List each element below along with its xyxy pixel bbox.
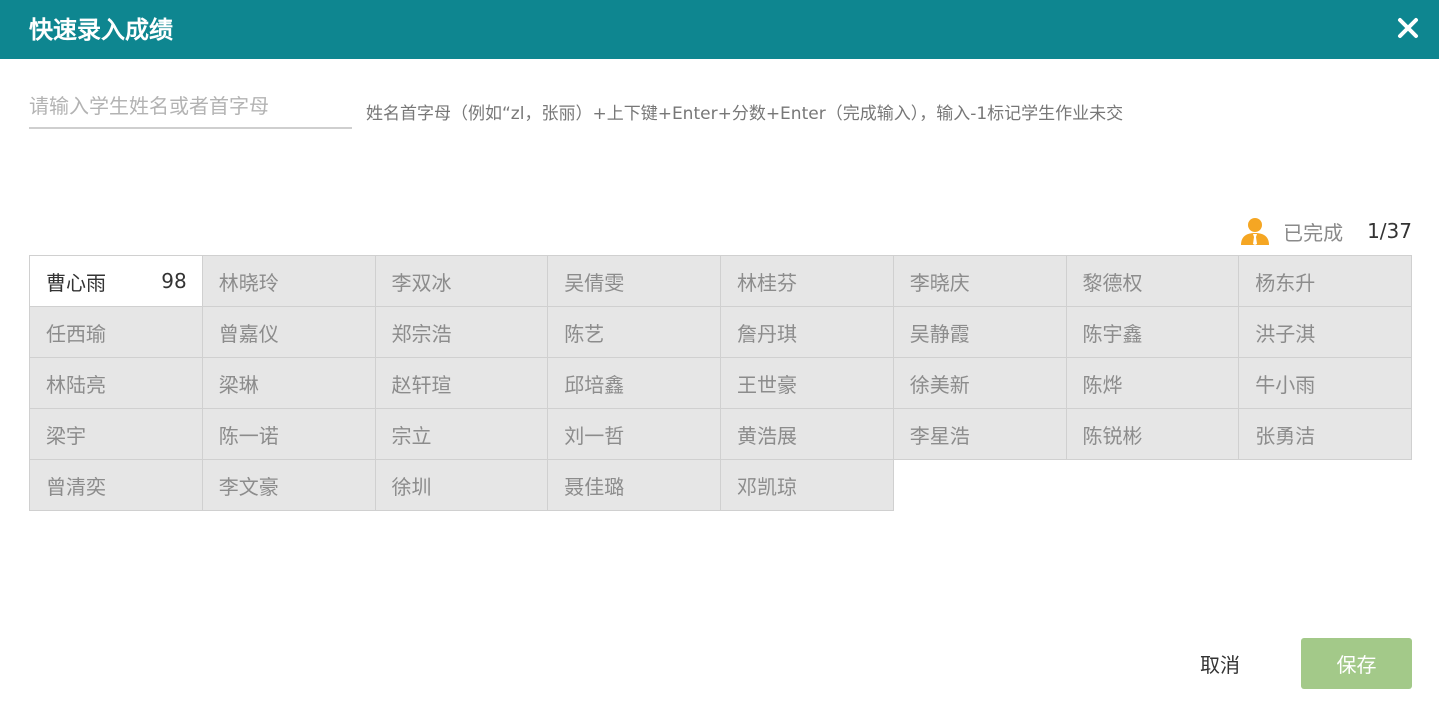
student-cell[interactable]: 林晓玲 [201,255,376,307]
student-name: 邱培鑫 [564,372,625,397]
student-cell[interactable]: 陈一诺 [201,408,376,460]
student-cell[interactable]: 邓凯琼 [720,459,894,511]
student-score: 98 [161,269,187,293]
student-cell[interactable]: 宗立 [374,408,549,460]
progress-indicator: 已完成 1/37 [1239,214,1412,248]
close-icon [1398,18,1418,38]
student-name: 陈一诺 [218,423,279,448]
student-name: 黄浩展 [737,423,797,448]
student-cell[interactable]: 曾清奕 [29,459,203,511]
dialog-header: 快速录入成绩 [0,0,1439,59]
save-button[interactable]: 保存 [1301,638,1412,689]
student-name: 曹心雨 [46,270,106,295]
student-cell[interactable]: 陈锐彬 [1065,408,1240,460]
student-name: 赵轩瑄 [391,372,452,397]
student-name: 李双冰 [391,270,452,295]
student-name: 宗立 [391,423,432,448]
student-name: 詹丹琪 [737,321,797,346]
student-name: 黎德权 [1082,270,1143,295]
search-input[interactable] [29,88,352,129]
student-name: 张勇洁 [1255,423,1316,448]
student-cell[interactable]: 吴倩雯 [547,255,721,307]
student-name: 吴倩雯 [564,270,625,295]
student-name: 牛小雨 [1255,372,1316,397]
student-name: 刘一哲 [564,423,625,448]
cancel-button[interactable]: 取消 [1180,638,1260,689]
student-name: 徐美新 [909,372,970,397]
student-cell[interactable]: 陈宇鑫 [1065,306,1240,358]
student-cell[interactable]: 刘一哲 [547,408,721,460]
student-name: 曾清奕 [46,474,106,499]
student-cell[interactable]: 张勇洁 [1238,408,1412,460]
student-cell[interactable]: 黄浩展 [720,408,894,460]
student-cell[interactable]: 陈艺 [547,306,721,358]
student-name: 王世豪 [737,372,797,397]
student-name: 吴静霞 [909,321,970,346]
student-cell[interactable]: 赵轩瑄 [374,357,549,409]
student-cell[interactable]: 林桂芬 [720,255,894,307]
student-cell[interactable]: 梁琳 [201,357,376,409]
student-name: 杨东升 [1255,270,1316,295]
student-cell[interactable]: 陈烨 [1065,357,1240,409]
student-name: 陈烨 [1082,372,1123,397]
student-cell[interactable]: 林陆亮 [29,357,203,409]
student-cell[interactable]: 聂佳璐 [547,459,721,511]
student-name: 曾嘉仪 [218,321,279,346]
student-name: 李星浩 [909,423,970,448]
student-grid: 曹心雨 98 林晓玲 李双冰 吴倩雯 林桂芬 李晓庆 黎德权 杨东升任西瑜 曾嘉仪 郑宗浩 陈艺 詹丹琪… [29,255,1412,511]
student-name: 聂佳璐 [564,474,625,499]
progress-label: 已完成 [1283,220,1344,245]
progress-count: 1/37 [1367,219,1412,243]
student-name: 徐圳 [391,474,432,499]
student-name: 洪子淇 [1255,321,1316,346]
student-cell[interactable]: 徐美新 [892,357,1067,409]
student-name: 林陆亮 [46,372,106,397]
student-cell[interactable]: 曾嘉仪 [201,306,376,358]
student-cell[interactable]: 梁宇 [29,408,203,460]
dialog-title: 快速录入成绩 [29,16,173,44]
student-cell[interactable]: 黎德权 [1065,255,1240,307]
student-name: 陈锐彬 [1082,423,1143,448]
student-name: 陈宇鑫 [1082,321,1143,346]
student-cell[interactable]: 吴静霞 [892,306,1067,358]
student-name: 陈艺 [564,321,605,346]
student-name: 林晓玲 [218,270,279,295]
student-cell[interactable]: 杨东升 [1238,255,1412,307]
student-cell[interactable]: 任西瑜 [29,306,203,358]
student-cell[interactable]: 曹心雨 98 [29,255,203,307]
student-name: 梁琳 [218,372,259,397]
close-button[interactable] [1395,15,1421,41]
student-name: 李文豪 [218,474,279,499]
student-cell[interactable]: 李星浩 [892,408,1067,460]
student-cell[interactable]: 邱培鑫 [547,357,721,409]
student-cell[interactable]: 詹丹琪 [720,306,894,358]
student-cell[interactable]: 李双冰 [374,255,549,307]
student-cell[interactable]: 王世豪 [720,357,894,409]
teacher-avatar-icon [1241,218,1270,245]
student-cell[interactable]: 李文豪 [201,459,376,511]
student-cell[interactable]: 李晓庆 [892,255,1067,307]
student-cell[interactable]: 洪子淇 [1238,306,1412,358]
student-name: 邓凯琼 [737,474,797,499]
student-name: 林桂芬 [737,270,797,295]
student-name: 郑宗浩 [391,321,452,346]
student-name: 梁宇 [46,423,86,448]
student-name: 李晓庆 [909,270,970,295]
input-hint: 姓名首字母（例如“zl，张丽）+上下键+Enter+分数+Enter（完成输入）… [366,104,1124,124]
student-name: 任西瑜 [46,321,106,346]
student-cell[interactable]: 牛小雨 [1238,357,1412,409]
student-cell[interactable]: 郑宗浩 [374,306,549,358]
student-cell[interactable]: 徐圳 [374,459,549,511]
